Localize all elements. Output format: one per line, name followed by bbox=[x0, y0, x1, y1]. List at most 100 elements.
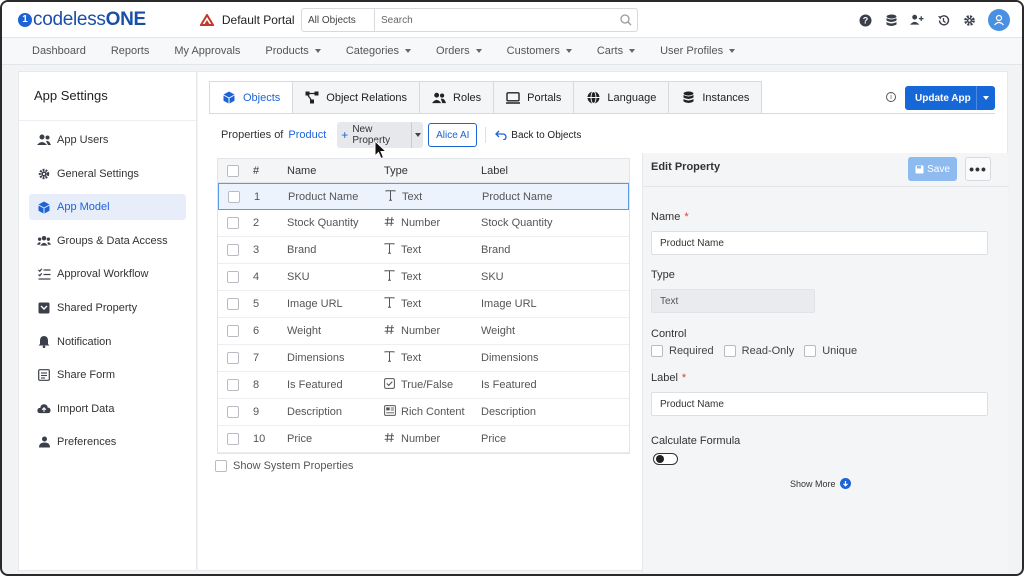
nav-item-customers[interactable]: Customers bbox=[507, 45, 572, 57]
nav-item-user-profiles[interactable]: User Profiles bbox=[660, 45, 736, 57]
tab-instances[interactable]: Instances bbox=[669, 81, 763, 114]
select-all-checkbox[interactable] bbox=[227, 164, 239, 177]
tab-label: Roles bbox=[453, 91, 482, 104]
table-row[interactable]: 10 Price Number Price bbox=[218, 426, 629, 453]
table-row[interactable]: 9 Description Rich Content Description bbox=[218, 399, 629, 426]
col-num-header[interactable]: # bbox=[248, 165, 285, 177]
sidebar-item-app-users[interactable]: App Users bbox=[29, 127, 186, 153]
row-checkbox[interactable] bbox=[227, 406, 239, 418]
sidebar-item-share-form[interactable]: Share Form bbox=[29, 362, 186, 388]
update-app-button[interactable]: Update App bbox=[905, 86, 995, 110]
row-checkbox[interactable] bbox=[227, 325, 239, 337]
table-row[interactable]: 5 Image URL Text Image URL bbox=[218, 291, 629, 318]
model-tabs: Objects Object Relations Roles Portals Langu… bbox=[209, 81, 763, 114]
unique-checkbox[interactable] bbox=[804, 345, 817, 357]
update-app-dropdown[interactable] bbox=[977, 96, 995, 100]
relations-icon bbox=[305, 91, 319, 105]
more-options-button[interactable]: ••• bbox=[965, 157, 991, 181]
logo[interactable]: 1 codelessONE bbox=[18, 9, 146, 31]
table-row[interactable]: 7 Dimensions Text Dimensions bbox=[218, 345, 629, 372]
col-label-header[interactable]: Label bbox=[481, 165, 629, 177]
row-checkbox[interactable] bbox=[227, 298, 239, 310]
search-scope-select[interactable]: All Objects bbox=[302, 9, 375, 31]
portal-selector[interactable]: Default Portal bbox=[199, 13, 295, 27]
row-label: Description bbox=[481, 406, 537, 418]
row-select-cell bbox=[218, 433, 248, 445]
tab-objects[interactable]: Objects bbox=[209, 81, 294, 114]
col-name-header[interactable]: Name bbox=[285, 165, 384, 177]
sidebar-item-preferences[interactable]: Preferences bbox=[29, 429, 186, 455]
label-field[interactable] bbox=[651, 392, 988, 416]
select-all-cell bbox=[218, 164, 248, 177]
row-name: Price bbox=[287, 433, 313, 445]
current-object-link[interactable]: Product bbox=[288, 129, 326, 141]
sidebar-item-shared-property[interactable]: Shared Property bbox=[29, 295, 186, 321]
checklist-icon bbox=[37, 267, 51, 281]
required-checkbox[interactable] bbox=[651, 345, 663, 357]
row-checkbox[interactable] bbox=[227, 352, 239, 364]
back-to-objects-button[interactable]: Back to Objects bbox=[495, 130, 581, 141]
svg-text:?: ? bbox=[862, 15, 868, 25]
sidebar-item-approval-workflow[interactable]: Approval Workflow bbox=[29, 261, 186, 287]
sidebar-item-app-model[interactable]: App Model bbox=[29, 194, 186, 221]
search-icon[interactable] bbox=[615, 14, 637, 26]
help-icon[interactable]: ? bbox=[858, 13, 872, 27]
row-checkbox[interactable] bbox=[227, 433, 239, 445]
nav-item-dashboard[interactable]: Dashboard bbox=[32, 45, 86, 57]
table-row[interactable]: 3 Brand Text Brand bbox=[218, 237, 629, 264]
tab-roles[interactable]: Roles bbox=[420, 81, 495, 114]
control-unique[interactable]: Unique bbox=[804, 345, 857, 357]
col-type-header[interactable]: Type bbox=[384, 165, 481, 177]
read-only-checkbox[interactable] bbox=[723, 345, 736, 357]
nav-item-categories[interactable]: Categories bbox=[346, 45, 412, 57]
tab-language[interactable]: Language bbox=[574, 81, 670, 114]
info-icon[interactable]: i bbox=[886, 92, 896, 102]
nav-item-reports[interactable]: Reports bbox=[111, 45, 150, 57]
new-property-dropdown[interactable] bbox=[411, 122, 423, 148]
database-icon[interactable] bbox=[884, 13, 898, 27]
row-name: SKU bbox=[287, 271, 310, 283]
row-checkbox[interactable] bbox=[227, 244, 239, 256]
row-checkbox[interactable] bbox=[227, 271, 239, 283]
search-input[interactable] bbox=[375, 9, 615, 31]
tab-object-relations[interactable]: Object Relations bbox=[293, 81, 421, 114]
row-name: Image URL bbox=[287, 298, 343, 310]
control-read-only[interactable]: Read-Only bbox=[723, 345, 794, 357]
row-type-label: Number bbox=[401, 433, 441, 445]
tab-portals[interactable]: Portals bbox=[494, 81, 575, 114]
sidebar-item-groups-and-data-access[interactable]: Groups & Data Access bbox=[29, 228, 186, 254]
row-checkbox[interactable] bbox=[227, 217, 239, 229]
table-row[interactable]: 6 Weight Number Weight bbox=[218, 318, 629, 345]
table-row[interactable]: 8 Is Featured True/False Is Featured bbox=[218, 372, 629, 399]
table-row[interactable]: 4 SKU Text SKU bbox=[218, 264, 629, 291]
show-system-properties[interactable]: Show System Properties bbox=[215, 460, 353, 472]
calculate-formula-toggle[interactable] bbox=[653, 453, 678, 465]
row-checkbox[interactable] bbox=[228, 190, 240, 203]
table-row[interactable]: 1 Product Name Text Product Name bbox=[218, 183, 629, 210]
row-label: Image URL bbox=[481, 298, 537, 310]
sidebar-item-notification[interactable]: Notification bbox=[29, 329, 186, 355]
row-checkbox[interactable] bbox=[227, 379, 239, 391]
properties-of-label: Properties of bbox=[221, 129, 284, 141]
add-user-icon[interactable] bbox=[910, 13, 924, 27]
nav-item-products[interactable]: Products bbox=[265, 45, 321, 57]
sidebar-item-general-settings[interactable]: General Settings bbox=[29, 161, 186, 187]
nav-item-orders[interactable]: Orders bbox=[436, 45, 482, 57]
save-button[interactable]: Save bbox=[908, 157, 957, 181]
control-label: Unique bbox=[822, 345, 858, 357]
control-required[interactable]: Required bbox=[651, 345, 714, 357]
control-field-label: Control bbox=[651, 328, 687, 340]
nav-item-my-approvals[interactable]: My Approvals bbox=[174, 45, 240, 57]
show-more-button[interactable]: Show More bbox=[790, 478, 851, 489]
sidebar-item-import-data[interactable]: Import Data bbox=[29, 396, 186, 422]
settings-gear-icon[interactable] bbox=[962, 13, 976, 27]
table-row[interactable]: 2 Stock Quantity Number Stock Quantity bbox=[218, 210, 629, 237]
alice-ai-button[interactable]: Alice AI bbox=[428, 123, 478, 147]
name-field[interactable] bbox=[651, 231, 988, 255]
roles-icon bbox=[432, 91, 447, 105]
show-system-properties-checkbox[interactable] bbox=[215, 460, 227, 472]
user-avatar[interactable] bbox=[988, 9, 1010, 31]
nav-item-carts[interactable]: Carts bbox=[597, 45, 636, 57]
calculate-formula-label: Calculate Formula bbox=[651, 435, 741, 447]
history-icon[interactable] bbox=[936, 13, 950, 27]
